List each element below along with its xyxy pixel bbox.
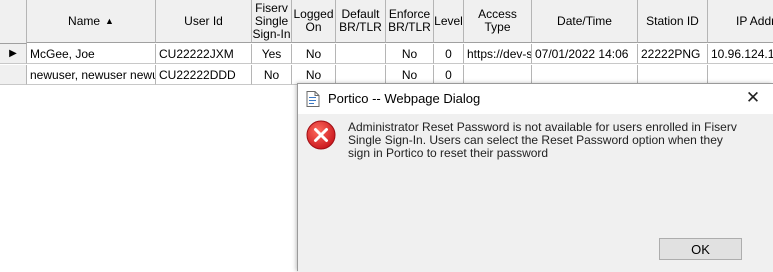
column-header-station-id[interactable]: Station ID (638, 0, 708, 43)
dialog-message: Administrator Reset Password is not avai… (348, 120, 737, 160)
column-header-ip[interactable]: IP Addr (708, 0, 773, 43)
column-label: Enforce BR/TLR (388, 7, 431, 34)
document-icon (306, 91, 320, 107)
column-label: Name (68, 13, 101, 28)
column-header-name[interactable]: Name ▲ (27, 0, 156, 43)
row-header (0, 65, 27, 85)
dialog-body: Administrator Reset Password is not avai… (298, 114, 773, 272)
cell-logged-on[interactable]: No (292, 44, 336, 64)
cell-user-id[interactable]: CU22222JXM (156, 44, 252, 64)
users-grid: Name ▲ User Id Fiserv Single Sign-In Logg… (0, 0, 773, 90)
table-row[interactable]: ▶ McGee, Joe CU22222JXM Yes No No 0 http… (0, 44, 773, 65)
cell-default-br[interactable] (336, 65, 386, 85)
current-row-arrow-icon: ▶ (0, 44, 27, 64)
ok-button[interactable]: OK (659, 238, 742, 260)
cell-enforce-br[interactable]: No (386, 44, 434, 64)
cell-name[interactable]: newuser, newuser newu (27, 65, 156, 85)
column-label: Access Type (478, 7, 517, 34)
column-header-user-id[interactable]: User Id (156, 0, 252, 43)
sort-ascending-icon: ▲ (105, 15, 114, 26)
grid-corner (0, 0, 27, 44)
dialog-titlebar[interactable]: Portico -- Webpage Dialog ✕ (298, 84, 773, 114)
cell-station-id[interactable]: 22222PNG (638, 44, 708, 64)
cell-logged-on[interactable]: No (292, 65, 336, 85)
column-header-enforce-br[interactable]: Enforce BR/TLR (386, 0, 434, 43)
column-label: Default BR/TLR (339, 7, 382, 34)
cell-access-type[interactable] (464, 65, 532, 85)
webpage-dialog: Portico -- Webpage Dialog ✕ Administrato… (297, 83, 773, 272)
cell-user-id[interactable]: CU22222DDD (156, 65, 252, 85)
close-icon[interactable]: ✕ (743, 88, 763, 108)
cell-name[interactable]: McGee, Joe (27, 44, 156, 64)
cell-sso[interactable]: No (252, 65, 292, 85)
column-label: Level (434, 13, 463, 28)
cell-datetime[interactable]: 07/01/2022 14:06 (532, 44, 638, 64)
column-header-datetime[interactable]: Date/Time (532, 0, 638, 43)
cell-enforce-br[interactable]: No (386, 65, 434, 85)
cell-default-br[interactable] (336, 44, 386, 64)
column-label: Station ID (646, 13, 699, 28)
error-icon (306, 120, 336, 150)
column-label: IP Addr (736, 13, 773, 28)
cell-access-type[interactable]: https://dev-s (464, 44, 532, 64)
cell-level[interactable]: 0 (434, 44, 464, 64)
dialog-title: Portico -- Webpage Dialog (328, 91, 481, 106)
column-header-logged-on[interactable]: Logged On (292, 0, 336, 43)
column-label: Logged On (293, 7, 334, 34)
column-header-default-br[interactable]: Default BR/TLR (336, 0, 386, 43)
column-label: Date/Time (557, 13, 612, 28)
cell-ip[interactable] (708, 65, 773, 85)
cell-ip[interactable]: 10.96.124.1 (708, 44, 773, 64)
cell-sso[interactable]: Yes (252, 44, 292, 64)
cell-level[interactable]: 0 (434, 65, 464, 85)
column-header-sso[interactable]: Fiserv Single Sign-In (252, 0, 292, 43)
column-label: User Id (184, 13, 223, 28)
cell-station-id[interactable] (638, 65, 708, 85)
column-header-access-type[interactable]: Access Type (464, 0, 532, 43)
column-header-level[interactable]: Level (434, 0, 464, 43)
cell-datetime[interactable] (532, 65, 638, 85)
column-label: Fiserv Single Sign-In (252, 0, 291, 41)
